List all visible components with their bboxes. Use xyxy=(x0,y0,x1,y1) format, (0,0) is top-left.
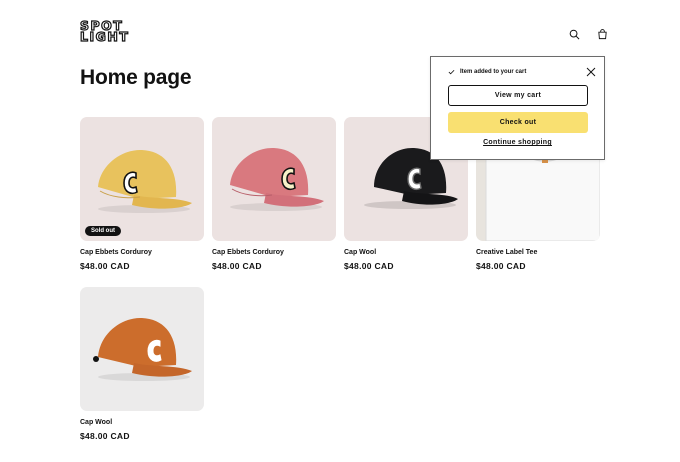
cart-notification-heading: Item added to your cart xyxy=(448,69,526,75)
continue-shopping-link[interactable]: Continue shopping xyxy=(431,139,604,146)
product-price: $48.00 CAD xyxy=(212,261,262,271)
store-logo[interactable]: SPOT LIGHT xyxy=(79,19,140,44)
product-card[interactable]: Sold out Cap Ebbets Corduroy $48.00 CAD xyxy=(80,117,204,287)
product-price: $48.00 CAD xyxy=(80,261,130,271)
view-cart-button[interactable]: View my cart xyxy=(448,85,588,106)
product-card[interactable]: Cap Wool $48.00 CAD xyxy=(80,287,204,457)
product-image[interactable] xyxy=(212,117,336,241)
checkout-button[interactable]: Check out xyxy=(448,112,588,133)
cart-icon[interactable] xyxy=(594,26,610,42)
product-card[interactable]: Cap Ebbets Corduroy $48.00 CAD xyxy=(212,117,336,287)
product-name[interactable]: Cap Wool xyxy=(344,249,468,256)
logo-line-2: LIGHT xyxy=(79,29,130,44)
cart-notification: Item added to your cart View my cart Che… xyxy=(430,56,605,160)
page-title: Home page xyxy=(80,66,192,89)
product-name[interactable]: Cap Ebbets Corduroy xyxy=(80,249,204,256)
search-icon[interactable] xyxy=(566,26,582,42)
product-name[interactable]: Creative Label Tee xyxy=(476,249,600,256)
cart-notification-message: Item added to your cart xyxy=(460,69,527,75)
product-price: $48.00 CAD xyxy=(476,261,526,271)
product-grid: Sold out Cap Ebbets Corduroy $48.00 CAD … xyxy=(80,117,600,457)
product-name[interactable]: Cap Ebbets Corduroy xyxy=(212,249,336,256)
product-image[interactable] xyxy=(80,287,204,411)
product-name[interactable]: Cap Wool xyxy=(80,419,204,426)
status-badge: Sold out xyxy=(85,226,121,236)
product-price: $48.00 CAD xyxy=(344,261,394,271)
product-price: $48.00 CAD xyxy=(80,431,130,441)
product-image[interactable]: Sold out xyxy=(80,117,204,241)
checkmark-icon xyxy=(448,69,455,75)
header-icons xyxy=(566,26,610,42)
close-icon[interactable] xyxy=(586,64,596,77)
